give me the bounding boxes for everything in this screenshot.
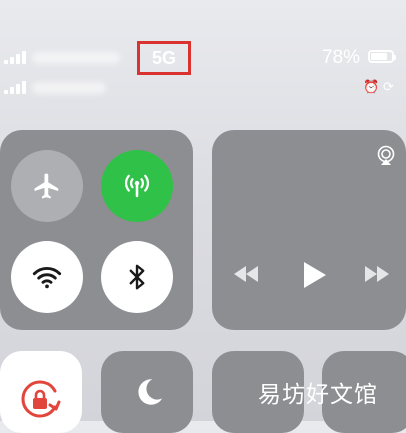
fast-forward-icon — [365, 266, 389, 282]
carrier-name-blurred — [32, 52, 120, 64]
next-track-button[interactable] — [362, 263, 392, 291]
cellular-antenna-icon — [124, 174, 150, 198]
alarm-icon: ⏰ — [363, 79, 380, 94]
play-icon — [304, 262, 326, 288]
moon-icon — [138, 379, 163, 405]
airplay-audio-icon[interactable] — [374, 144, 398, 173]
rotation-lock-icon — [21, 380, 61, 418]
cellular-data-button[interactable] — [101, 150, 173, 222]
rewind-icon — [234, 266, 258, 282]
battery-percentage: 78% — [322, 47, 361, 68]
airplane-mode-button[interactable] — [11, 150, 83, 222]
bluetooth-icon — [129, 264, 145, 290]
watermark-text: 易坊好文馆 — [258, 382, 378, 408]
wifi-button[interactable] — [11, 241, 83, 313]
bluetooth-button[interactable] — [101, 241, 173, 313]
signal-strength-icon — [4, 51, 26, 64]
signal-strength-icon-secondary — [4, 81, 26, 94]
rotation-lock-status-icon: ⟳ — [383, 79, 394, 94]
carrier-name-secondary-blurred — [32, 82, 106, 94]
airplane-icon — [34, 173, 59, 199]
previous-track-button[interactable] — [231, 263, 261, 291]
battery-icon — [368, 50, 396, 63]
play-button[interactable] — [300, 260, 328, 296]
wifi-icon — [32, 266, 62, 289]
network-type-badge: 5G — [137, 41, 191, 75]
